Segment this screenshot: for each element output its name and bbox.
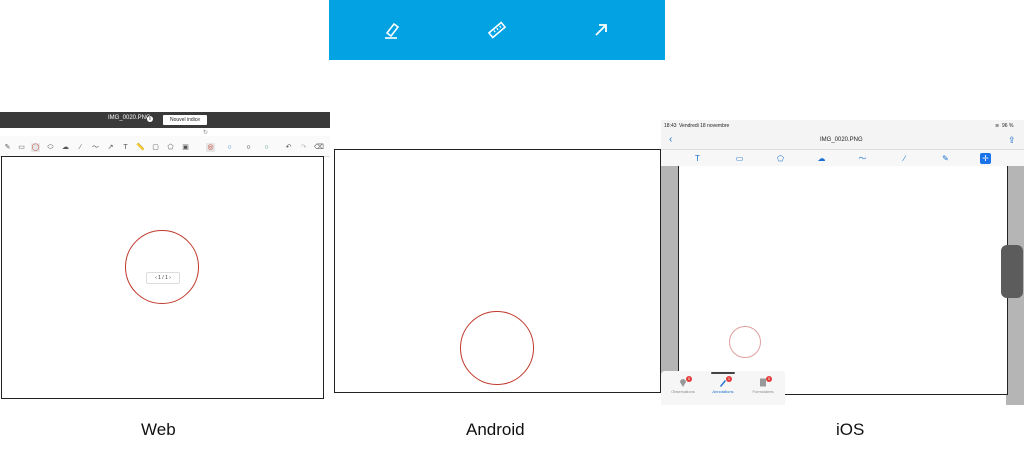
share-icon[interactable]: ⇪ [1008,135,1016,146]
image-icon[interactable]: ▣ [181,143,190,152]
wifi-icon: ≋ [995,123,1000,129]
ruler-icon[interactable]: 📏 [136,143,145,152]
line-icon[interactable]: ∕ [76,143,85,152]
polyline-icon[interactable]: 〜 [857,153,868,164]
pencil-icon: 1 [719,376,732,387]
ios-nav-bar: ‹ IMG_0020.PNG ⇪ [661,132,1024,149]
badge: 0 [686,376,692,382]
web-circle-annotation[interactable] [125,230,199,304]
tab-observations[interactable]: 0 Observations [665,376,701,394]
caption-ios: iOS [836,420,865,439]
arrow-icon[interactable] [591,20,611,40]
status-battery: 96 % [1002,123,1014,129]
ruler-icon[interactable]: ∕ [899,153,910,164]
ios-status-bar: 18:43 Vendredi 18 novembre ≋ 96 % [661,120,1024,132]
ruler-icon[interactable] [487,20,507,40]
cloud-icon[interactable]: ☁ [61,143,70,152]
text-icon[interactable]: T [121,143,130,152]
pager-next-icon[interactable]: › [169,275,171,281]
rectangle-icon[interactable]: ▭ [17,143,26,152]
pen-icon[interactable]: ✎ [3,143,12,152]
tab-label: Observations [671,389,695,394]
ios-circle-annotation[interactable] [729,326,761,358]
back-chevron-icon[interactable]: ‹ [669,134,672,145]
move-icon[interactable]: ✛ [980,153,991,164]
ios-left-gutter [661,166,678,405]
ios-drawing-canvas[interactable] [678,166,1008,395]
web-file-name: IMG_0020.PNG [108,115,151,121]
pager-prev-icon[interactable]: ‹ [155,275,157,281]
new-hint-button[interactable]: Nouvel indice [163,115,207,125]
color-blue-icon[interactable]: ○ [225,143,234,152]
ios-tab-bar: 0 Observations 1 Annotations 0 Formulair… [661,371,785,405]
web-toolbar: ✎ ▭ ◯ ⬭ ☁ ∕ 〜 ↗ T 📏 ▢ ⬠ ▣ ◎ ○ ○ ○ ↶ ↷ ⌫ [0,136,330,157]
text-icon[interactable]: T [692,153,703,164]
comment-icon[interactable]: ▢ [151,143,160,152]
android-toolbar [329,0,665,60]
polygon-icon[interactable]: ⬠ [166,143,175,152]
document-icon: 0 [759,376,772,387]
color-green-icon[interactable]: ○ [262,143,271,152]
status-date: Vendredi 18 novembre [679,123,730,129]
rectangle-icon[interactable]: ▭ [734,153,745,164]
tab-label: Formulaires [752,389,774,394]
android-circle-annotation[interactable] [460,311,534,385]
refresh-icon: ↻ [203,130,209,136]
eraser-icon[interactable]: ⌫ [314,143,324,152]
tab-annotations[interactable]: 1 Annotations [705,372,741,394]
color-black-icon[interactable]: ○ [244,143,253,152]
web-titlebar: IMG_0020.PNG i Nouvel indice [0,112,330,128]
status-time: 18:43 [664,123,677,129]
info-icon[interactable]: i [147,116,153,122]
pager-label: 1 / 1 [158,275,168,281]
redo-icon[interactable]: ↷ [299,143,308,152]
badge: 1 [726,376,732,382]
caption-android: Android [466,420,525,439]
highlighter-icon[interactable]: ✎ [940,153,951,164]
cloud-icon[interactable]: ☁ [816,153,827,164]
ios-drawer-handle[interactable] [1001,245,1023,298]
ios-screenshot: 18:43 Vendredi 18 novembre ≋ 96 % ‹ IMG_… [661,120,1024,405]
arrow-icon[interactable]: ↗ [106,143,115,152]
web-pager[interactable]: ‹ 1 / 1 › [146,272,180,284]
polyline-icon[interactable]: 〜 [91,143,100,152]
highlighter-icon[interactable] [382,20,402,40]
pin-icon: 0 [679,376,692,387]
ellipse-icon[interactable]: ⬭ [46,143,55,152]
badge: 0 [766,376,772,382]
color-swatch-icon[interactable]: ◎ [206,143,215,152]
ios-file-name: IMG_0020.PNG [820,137,863,143]
circle-icon[interactable]: ◯ [31,143,40,152]
tab-forms[interactable]: 0 Formulaires [745,376,781,394]
caption-web: Web [141,420,176,439]
tab-label: Annotations [712,389,734,394]
undo-icon[interactable]: ↶ [284,143,293,152]
pentagon-icon[interactable]: ⬠ [775,153,786,164]
